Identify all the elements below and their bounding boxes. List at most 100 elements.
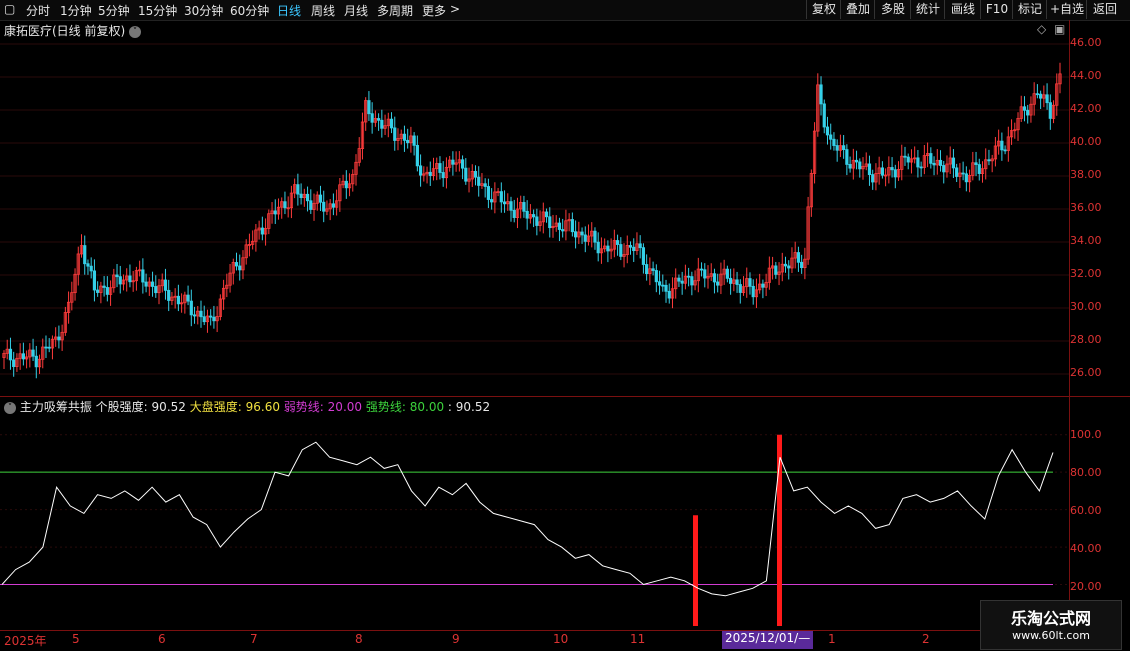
- candle-body: [21, 353, 25, 360]
- candle-body: [473, 171, 478, 178]
- btn-add-watchlist[interactable]: +自选: [1046, 0, 1087, 19]
- candle-body: [83, 245, 87, 265]
- time-label: 8: [355, 632, 363, 646]
- btn-huaxian[interactable]: 画线: [944, 0, 981, 19]
- candle-body: [615, 240, 620, 245]
- candle-body: [199, 310, 203, 318]
- candle-body: [1045, 94, 1049, 104]
- candle-body: [687, 275, 691, 278]
- period-60min[interactable]: 60分钟: [230, 2, 269, 19]
- btn-fuquan[interactable]: 复权: [806, 0, 841, 19]
- chevron-right-icon[interactable]: >: [450, 2, 460, 16]
- candle-body: [690, 276, 694, 286]
- btn-diejia[interactable]: 叠加: [840, 0, 875, 19]
- candle-body: [871, 174, 875, 183]
- indicator-tick: 40.00: [1070, 542, 1102, 555]
- time-label: 9: [452, 632, 460, 646]
- side-info-strip[interactable]: [1114, 22, 1130, 397]
- candle-body: [202, 316, 206, 323]
- candle-body: [800, 261, 804, 269]
- period-monthly[interactable]: 月线: [344, 2, 368, 19]
- period-weekly[interactable]: 周线: [311, 2, 335, 19]
- candle-body: [499, 191, 503, 203]
- candle-body: [525, 210, 529, 219]
- candle-body: [192, 314, 197, 317]
- candle-body: [412, 135, 416, 146]
- signal-bars: [693, 434, 782, 626]
- candle-body: [858, 161, 862, 170]
- diamond-icon[interactable]: ◇: [1037, 22, 1046, 36]
- candle-body: [845, 149, 849, 165]
- time-label: 5: [72, 632, 80, 646]
- candle-body: [738, 284, 742, 293]
- candle-body: [580, 231, 584, 236]
- candle-body: [389, 118, 394, 129]
- period-fenshi[interactable]: 分时: [26, 2, 50, 19]
- time-label: 6: [158, 632, 166, 646]
- candle-body: [819, 84, 823, 105]
- period-daily[interactable]: 日线: [277, 2, 301, 19]
- panel-toggle-icon[interactable]: ▣: [1054, 22, 1065, 36]
- candle-body: [406, 139, 410, 144]
- candle-body: [938, 159, 943, 166]
- candle-body: [548, 216, 552, 229]
- period-more[interactable]: 更多: [422, 2, 446, 19]
- candle-body: [1022, 106, 1027, 111]
- candle-body: [89, 265, 93, 272]
- strength-polyline: [1, 441, 1054, 597]
- candle-body: [903, 155, 907, 158]
- candle-body: [322, 201, 326, 212]
- candle-body: [893, 169, 897, 178]
- candle-body: [115, 274, 119, 278]
- btn-tongji[interactable]: 统计: [910, 0, 945, 19]
- candle-body: [189, 300, 193, 316]
- candle-body: [344, 180, 348, 189]
- time-label: 7: [250, 632, 258, 646]
- period-15min[interactable]: 15分钟: [138, 2, 177, 19]
- btn-f10[interactable]: F10: [980, 0, 1013, 19]
- candle-body: [299, 193, 303, 199]
- btn-back[interactable]: 返回: [1086, 0, 1123, 19]
- candle-body: [309, 200, 313, 210]
- candle-body: [92, 270, 97, 291]
- candle-body: [657, 281, 662, 286]
- time-label: 1: [828, 632, 836, 646]
- period-5min[interactable]: 5分钟: [98, 2, 130, 19]
- candle-body: [832, 138, 836, 146]
- indicator-gridlines: [0, 434, 1070, 586]
- candle-body: [619, 244, 623, 257]
- candle-body: [380, 119, 384, 129]
- window-menu-icon[interactable]: ▢: [4, 2, 15, 16]
- period-multi[interactable]: 多周期: [377, 2, 413, 19]
- candle-body: [955, 167, 959, 177]
- period-30min[interactable]: 30分钟: [184, 2, 223, 19]
- candlestick-chart[interactable]: [0, 36, 1070, 396]
- candle-body: [483, 183, 487, 187]
- candle-body: [557, 222, 562, 230]
- candle-body: [150, 281, 155, 287]
- candle-body: [654, 270, 658, 283]
- btn-biaoji[interactable]: 标记: [1012, 0, 1047, 19]
- candle-body: [573, 231, 578, 238]
- candle-body: [783, 263, 788, 267]
- candle-body: [961, 172, 965, 175]
- candle-body: [632, 246, 636, 252]
- candle-body: [532, 214, 536, 218]
- candle-body: [535, 216, 539, 226]
- candle-body: [570, 219, 574, 233]
- indicator-chart[interactable]: [0, 410, 1070, 630]
- candle-body: [645, 264, 649, 275]
- btn-duogu[interactable]: 多股: [874, 0, 911, 19]
- candle-body: [561, 229, 565, 232]
- time-label: 11: [630, 632, 646, 646]
- period-1min[interactable]: 1分钟: [60, 2, 92, 19]
- candle-body: [829, 134, 833, 140]
- candle-body: [460, 159, 465, 169]
- candle-body: [464, 167, 468, 182]
- candle-body: [176, 295, 180, 305]
- candle-body: [761, 283, 765, 288]
- price-gridlines: [0, 43, 1070, 375]
- candle-body: [748, 278, 752, 287]
- candle-body: [441, 172, 445, 179]
- candle-body: [128, 275, 132, 283]
